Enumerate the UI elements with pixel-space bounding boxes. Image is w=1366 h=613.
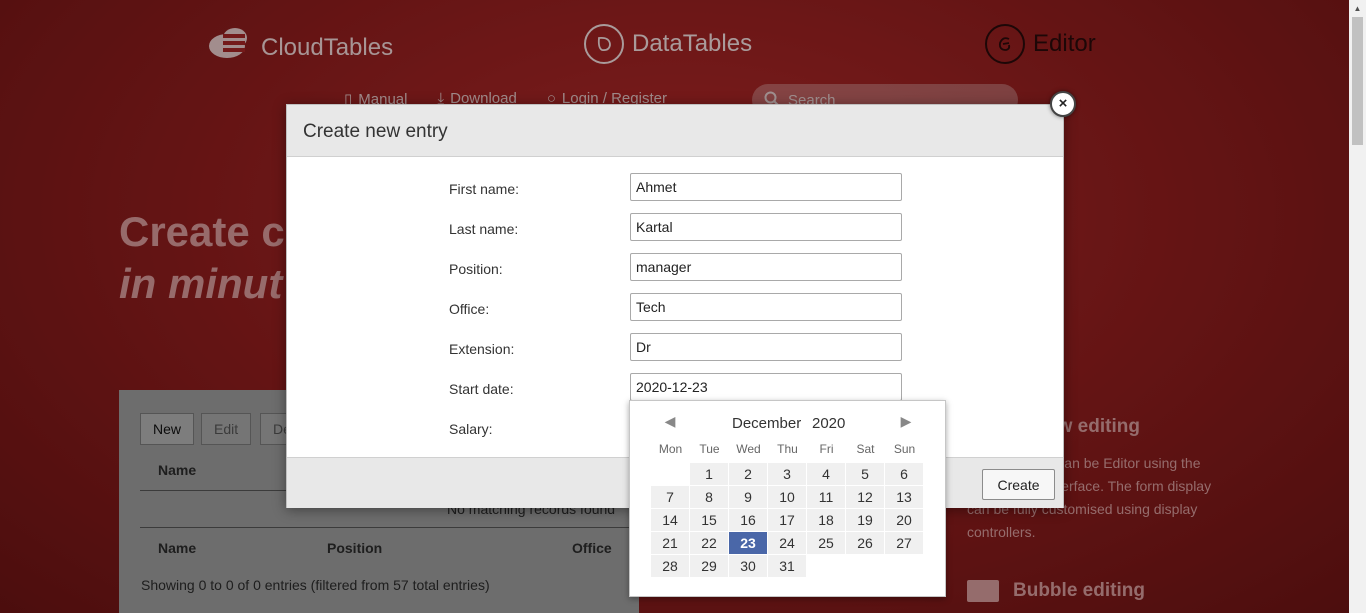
office-label: Office: [449, 301, 490, 317]
scroll-up-icon[interactable]: ▲ [1349, 0, 1366, 17]
calendar-day[interactable]: 16 [729, 509, 768, 532]
first-name-label: First name: [449, 181, 520, 197]
page-scrollbar[interactable]: ▲ [1349, 0, 1366, 613]
close-icon[interactable]: × [1050, 91, 1076, 117]
next-month-icon[interactable]: ▶ [899, 413, 913, 429]
start-date-label: Start date: [449, 381, 514, 397]
weekday-header: Tue [699, 442, 720, 456]
extension-label: Extension: [449, 341, 515, 357]
calendar-day[interactable]: 15 [690, 509, 729, 532]
weekday-header: Thu [777, 442, 798, 456]
previous-month-icon[interactable]: ◀ [663, 413, 677, 429]
last-name-input[interactable] [630, 213, 902, 241]
date-picker: ◀ December 2020 ▶ Mon Tue Wed Thu Fri Sat Sun 1… [629, 400, 946, 597]
office-input[interactable] [630, 293, 902, 321]
calendar-day[interactable]: 25 [807, 532, 846, 555]
calendar-day[interactable]: 8 [690, 486, 729, 509]
calendar-day[interactable]: 11 [807, 486, 846, 509]
calendar-day[interactable]: 4 [807, 463, 846, 486]
calendar-day-selected[interactable]: 23 [729, 532, 768, 555]
salary-label: Salary: [449, 421, 493, 437]
dialog-title: Create new entry [287, 105, 1063, 157]
calendar-day[interactable]: 1 [690, 463, 729, 486]
calendar-day[interactable]: 2 [729, 463, 768, 486]
calendar-day[interactable]: 7 [651, 486, 690, 509]
year-select[interactable]: 2020 [812, 415, 845, 432]
calendar-day[interactable]: 21 [651, 532, 690, 555]
weekday-header: Mon [658, 442, 683, 456]
calendar-day[interactable]: 18 [807, 509, 846, 532]
calendar-day[interactable]: 12 [846, 486, 885, 509]
calendar-day[interactable]: 26 [846, 532, 885, 555]
calendar-day[interactable]: 20 [885, 509, 924, 532]
first-name-input[interactable] [630, 173, 902, 201]
calendar-day[interactable]: 14 [651, 509, 690, 532]
last-name-label: Last name: [449, 221, 519, 237]
calendar-day[interactable]: 28 [651, 555, 690, 578]
weekday-header: Wed [736, 442, 761, 456]
calendar-grid: Mon Tue Wed Thu Fri Sat Sun 1 2 3 4 5 6 7 8 9 10 11 12 13 14… [651, 441, 924, 578]
weekday-header: Sat [856, 442, 875, 456]
scroll-thumb[interactable] [1352, 17, 1363, 145]
calendar-day[interactable]: 30 [729, 555, 768, 578]
calendar-day[interactable]: 22 [690, 532, 729, 555]
calendar-day[interactable]: 19 [846, 509, 885, 532]
calendar-day[interactable]: 24 [768, 532, 807, 555]
calendar-day[interactable]: 9 [729, 486, 768, 509]
month-select[interactable]: December [732, 415, 801, 432]
calendar-day[interactable]: 17 [768, 509, 807, 532]
calendar-day[interactable]: 3 [768, 463, 807, 486]
weekday-header: Fri [819, 442, 834, 456]
calendar-day[interactable]: 6 [885, 463, 924, 486]
create-button[interactable]: Create [982, 469, 1055, 500]
calendar-day[interactable]: 5 [846, 463, 885, 486]
calendar-day[interactable]: 29 [690, 555, 729, 578]
position-input[interactable] [630, 253, 902, 281]
calendar-blank [651, 463, 690, 486]
calendar-day[interactable]: 31 [768, 555, 807, 578]
calendar-day[interactable]: 13 [885, 486, 924, 509]
position-label: Position: [449, 261, 503, 277]
start-date-input[interactable] [630, 373, 902, 401]
extension-input[interactable] [630, 333, 902, 361]
calendar-day[interactable]: 27 [885, 532, 924, 555]
weekday-header: Sun [893, 442, 916, 456]
calendar-day[interactable]: 10 [768, 486, 807, 509]
